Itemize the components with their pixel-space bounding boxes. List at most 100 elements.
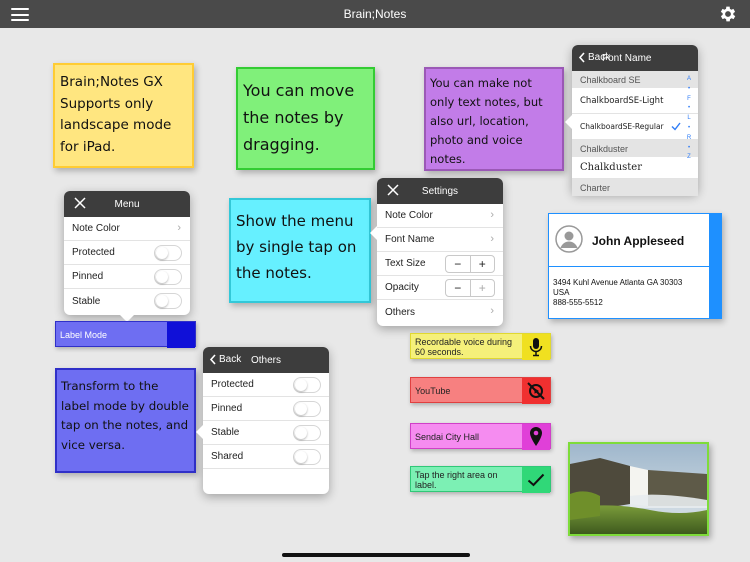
settings-popup: Settings Note Color › Font Name › Text Siz…	[370, 178, 503, 326]
others-popup-header: Back Others	[203, 347, 329, 373]
contact-country: USA	[553, 288, 570, 297]
section-index-bar[interactable]: A • F • L • R • Z	[685, 75, 693, 163]
microphone-icon[interactable]	[522, 334, 550, 360]
note-green[interactable]: You can move the notes by dragging.	[236, 67, 375, 170]
note-text: Brain;Notes GX Supports only landscape m…	[60, 74, 172, 155]
menu-item-label: Note Color	[72, 223, 120, 234]
note-purple[interactable]: You can make not only text notes, but al…	[424, 67, 564, 171]
note-yellow[interactable]: Brain;Notes GX Supports only landscape m…	[53, 63, 194, 168]
font-item[interactable]: Chalkduster	[572, 157, 698, 179]
others-popup: Back Others Protected Pinned Stable Shar…	[196, 347, 329, 494]
font-section-chalkduster: Chalkduster	[572, 140, 698, 157]
protected-toggle[interactable]	[293, 377, 321, 393]
index-letter: •	[687, 144, 691, 151]
contact-divider	[549, 266, 709, 267]
font-item-label: ChalkboardSE-Light	[580, 95, 664, 106]
menu-item-protected: Protected	[64, 241, 190, 265]
settings-popup-header: Settings	[377, 178, 503, 204]
menu-popup-title: Menu	[114, 199, 140, 210]
settings-item-font-name[interactable]: Font Name ›	[377, 228, 503, 252]
font-name-popup: Back Font Name Chalkboard SE ChalkboardS…	[565, 45, 698, 196]
settings-item-label: Note Color	[385, 210, 433, 221]
top-bar: Brain;Notes	[0, 0, 750, 28]
font-item-label: Chalkduster	[580, 162, 643, 173]
index-letter: R	[686, 134, 692, 141]
note-text: You can make not only text notes, but al…	[430, 76, 543, 166]
increase-button[interactable]: +	[471, 256, 495, 272]
settings-item-note-color[interactable]: Note Color ›	[377, 204, 503, 228]
menu-item-label: Protected	[72, 247, 115, 258]
decrease-button[interactable]: −	[446, 280, 471, 296]
index-letter: A	[686, 76, 691, 82]
contact-phone: 888-555-5512	[553, 298, 603, 307]
settings-item-label: Others	[385, 306, 416, 318]
font-popup-title: Font Name	[602, 53, 652, 64]
chevron-right-icon: ›	[490, 233, 494, 245]
label-text: Recordable voice during 60 seconds.	[415, 337, 513, 357]
others-item-pinned: Pinned	[203, 397, 329, 421]
note-blue[interactable]: Transform to the label mode by double ta…	[55, 368, 196, 473]
contact-note[interactable]: John Appleseed 3494 Kuhl Avenue Atlanta …	[548, 213, 722, 319]
contact-address: 3494 Kuhl Avenue Atlanta GA 30303	[553, 278, 683, 287]
note-cyan[interactable]: Show the menu by single tap on the notes…	[229, 198, 371, 303]
menu-item-pinned: Pinned	[64, 265, 190, 289]
contact-tab[interactable]	[709, 214, 721, 318]
menu-popup-header: Menu	[64, 191, 190, 217]
settings-item-opacity: Opacity − +	[377, 276, 503, 300]
app-title: Brain;Notes	[343, 7, 407, 21]
label-location[interactable]: Sendai City Hall	[410, 423, 551, 450]
others-item-label: Shared	[211, 451, 244, 462]
label-voice[interactable]: Recordable voice during 60 seconds.	[410, 333, 551, 360]
shared-toggle[interactable]	[293, 449, 321, 465]
gear-icon[interactable]	[718, 4, 738, 24]
person-avatar-icon	[555, 225, 583, 253]
increase-button[interactable]: +	[471, 280, 495, 296]
popup-pointer	[370, 226, 377, 240]
label-text: YouTube	[415, 386, 451, 396]
youtube-crossed-icon[interactable]	[522, 378, 550, 404]
decrease-button[interactable]: −	[446, 256, 471, 272]
pinned-toggle[interactable]	[154, 269, 182, 285]
chevron-right-icon: ›	[490, 209, 494, 221]
note-text: You can move the notes by dragging.	[243, 81, 355, 154]
popup-pointer	[196, 425, 203, 439]
menu-item-stable: Stable	[64, 289, 190, 313]
label-mode-tab[interactable]	[167, 322, 195, 348]
font-section-charter: Charter	[572, 179, 698, 196]
font-item-selected[interactable]: ChalkboardSE-Regular	[572, 114, 698, 140]
settings-popup-title: Settings	[421, 186, 459, 197]
settings-item-others[interactable]: Others ›	[377, 300, 503, 324]
others-popup-title: Others	[250, 355, 281, 366]
font-section-chalkboard: Chalkboard SE	[572, 71, 698, 88]
stable-toggle[interactable]	[293, 425, 321, 441]
pinned-toggle[interactable]	[293, 401, 321, 417]
contact-name: John Appleseed	[592, 234, 685, 248]
index-letter: F	[687, 95, 691, 102]
protected-toggle[interactable]	[154, 245, 182, 261]
label-youtube[interactable]: YouTube	[410, 377, 551, 404]
opacity-stepper: − +	[445, 279, 495, 297]
checkmark-icon[interactable]	[522, 467, 550, 493]
others-item-stable: Stable	[203, 421, 329, 445]
font-item[interactable]: ChalkboardSE-Light	[572, 88, 698, 114]
settings-item-label: Opacity	[385, 282, 419, 293]
font-popup-header: Back Font Name	[572, 45, 698, 71]
note-text: Transform to the label mode by double ta…	[61, 379, 189, 452]
stable-toggle[interactable]	[154, 293, 182, 309]
label-mode-note[interactable]: Label Mode	[55, 321, 196, 348]
others-item-label: Protected	[211, 379, 254, 390]
settings-item-label: Font Name	[385, 234, 435, 245]
menu-item-label: Pinned	[72, 271, 104, 282]
others-item-label: Pinned	[211, 403, 243, 414]
settings-item-label: Text Size	[385, 258, 426, 269]
menu-item-note-color[interactable]: Note Color ›	[64, 217, 190, 241]
home-indicator	[282, 553, 470, 557]
map-pin-icon[interactable]	[522, 424, 550, 450]
waterfall-photo-icon[interactable]	[568, 442, 709, 536]
chevron-left-icon	[578, 52, 585, 63]
label-tap[interactable]: Tap the right area on label.	[410, 466, 551, 493]
settings-item-text-size: Text Size − +	[377, 252, 503, 276]
checkmark-icon	[671, 122, 681, 131]
others-item-label: Stable	[211, 427, 240, 438]
font-item-label: ChalkboardSE-Regular	[580, 122, 664, 131]
